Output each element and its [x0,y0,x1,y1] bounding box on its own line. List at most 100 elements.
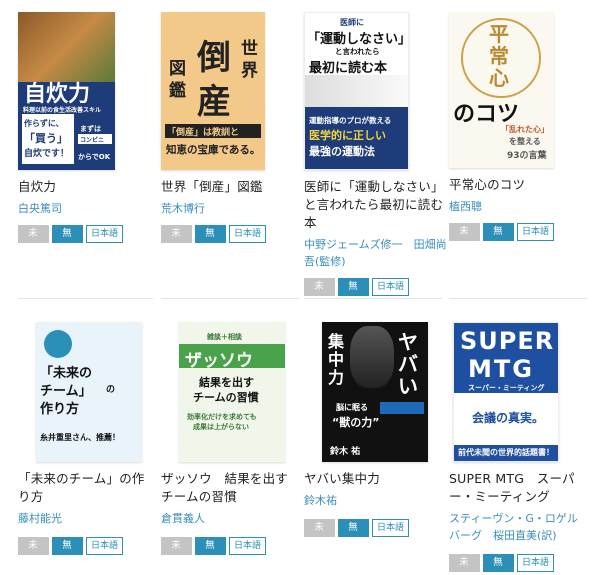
book-card[interactable]: 雑談＋相談 ザッソウ 結果を出す チームの習慣 効率化だけを求めても 成果は上が… [161,322,306,569]
book-author[interactable]: 鈴木祐 [304,492,449,509]
free-badge: 無料 [483,554,514,572]
book-title[interactable]: ザッソウ 結果を出すチームの習慣 [161,470,296,506]
badge-row: 未読 無料 日本語 [304,519,449,551]
badge-row: 未読 無料 日本語 [18,537,163,569]
cover-text: 結果を出す [199,376,254,389]
unread-badge: 未読 [449,223,480,255]
cover-text: 「買う」 [24,132,68,145]
cover-text: MTG [468,355,534,383]
book-cover[interactable]: 「未来の チーム」 の 作り方 糸井重里さん、推薦！ [36,322,142,462]
book-cover[interactable]: 自炊力 料理以前の食生活改善スキル 作らずに、 「買う」 自炊です！ まずは コ… [18,12,115,170]
cover-text: の [106,385,116,395]
cover-text: 「未来の [40,366,93,381]
language-badge: 日本語 [86,537,124,555]
book-author[interactable]: 中野ジェームズ修一 田畑尚吾(監修) [304,236,449,270]
book-card[interactable]: 集 中 力 ヤ バ い 脳に眠る “獣の力” 鈴木 祐 ヤバい集中力 鈴木祐 未… [304,322,449,551]
book-title[interactable]: 「未来のチーム」の作り方 [18,470,153,506]
cover-text: 前代未聞の世界的話題書！ [458,448,554,457]
cover-text: 鈴木 祐 [330,447,361,457]
book-title[interactable]: 自炊力 [18,178,163,196]
unread-badge: 未読 [161,537,192,569]
badge-row: 未読 無料 日本語 [161,537,306,569]
badge-row: 未読 無料 日本語 [449,223,594,255]
unread-badge: 未読 [18,537,49,569]
unread-badge: 未読 [449,554,480,572]
book-author[interactable]: 白央篤司 [18,200,163,217]
book-card[interactable]: 平 常 心 のコツ 「乱れた心」 を整える 93の言葉 平常心のコツ 植西聰 未… [449,12,594,255]
book-cover[interactable]: 集 中 力 ヤ バ い 脳に眠る “獣の力” 鈴木 祐 [322,322,428,462]
language-badge: 日本語 [517,223,555,241]
book-cover[interactable]: SUPER MTG スーパー・ミーティング 会議の真実。 前代未聞の世界的話題書… [453,322,559,462]
language-badge: 日本語 [372,278,410,296]
unread-badge: 未読 [304,519,335,551]
cover-text: “獣の力” [332,416,380,429]
book-author[interactable]: スティーヴン・G・ロゲルバーグ 桜田直美(訳) [449,510,587,544]
book-cover[interactable]: 医師に 「運動しなさい」 と言われたら 最初に読む本 運動指導のプロが教える 医… [304,12,409,170]
cover-text: い [398,374,418,398]
cover-text: 心 [489,66,509,90]
book-card[interactable]: 図 倒 世 界 鑑 産 「倒産」は教訓と 知恵の宝庫である。 世界「倒産」図鑑 … [161,12,306,257]
cover-text: 最初に読む本 [309,61,388,76]
cover-text: 「乱れた心」 [501,125,549,134]
book-cover[interactable]: 図 倒 世 界 鑑 産 「倒産」は教訓と 知恵の宝庫である。 [161,12,265,170]
free-badge: 無料 [338,278,369,310]
book-title[interactable]: 世界「倒産」図鑑 [161,178,306,196]
cover-text: 雑談＋相談 [207,333,242,341]
book-title[interactable]: ヤバい集中力 [304,470,449,488]
book-card[interactable]: 医師に 「運動しなさい」 と言われたら 最初に読む本 運動指導のプロが教える 医… [304,12,449,310]
book-author[interactable]: 藤村能光 [18,510,163,527]
row-divider [304,298,442,299]
book-cover[interactable]: 平 常 心 のコツ 「乱れた心」 を整える 93の言葉 [449,12,554,168]
cover-text: 成果は上がらない [193,423,249,431]
book-card[interactable]: 自炊力 料理以前の食生活改善スキル 作らずに、 「買う」 自炊です！ まずは コ… [18,12,163,257]
unread-badge: 未読 [18,225,49,257]
badge-row: 未読 無料 日本語 [449,554,594,572]
cover-text: 93の言葉 [507,151,547,161]
free-badge: 無料 [195,225,226,257]
book-author[interactable]: 植西聰 [449,198,594,215]
badge-row: 未読 無料 日本語 [304,278,449,310]
book-title[interactable]: 医師に「運動しなさい」と言われたら最初に読む本 [304,178,449,232]
book-author[interactable]: 倉貫義人 [161,510,306,527]
language-badge: 日本語 [517,554,555,572]
cover-text: 自炊力 [24,82,91,107]
cover-text: 自炊です！ [24,149,70,159]
cover-text: 医師に [340,18,364,27]
book-card[interactable]: SUPER MTG スーパー・ミーティング 会議の真実。 前代未聞の世界的話題書… [449,322,594,572]
row-divider [161,298,299,299]
cover-text: 知恵の宝庫である。 [166,144,261,156]
cover-text: 界 [241,61,258,81]
free-badge: 無料 [338,519,369,551]
free-badge: 無料 [52,537,83,569]
cover-text: 産 [197,82,231,122]
book-author[interactable]: 荒木博行 [161,200,306,217]
cover-text: 効率化だけを求めても [187,413,257,421]
language-badge: 日本語 [229,537,267,555]
cover-text: スーパー・ミーティング [468,384,545,392]
badge-row: 未読 無料 日本語 [161,225,306,257]
cover-text: 医学的に正しい [309,129,386,142]
book-card[interactable]: 「未来の チーム」 の 作り方 糸井重里さん、推薦！ 「未来のチーム」の作り方 … [18,322,163,569]
language-badge: 日本語 [229,225,267,243]
book-title[interactable]: 平常心のコツ [449,176,594,194]
row-divider [18,298,153,299]
language-badge: 日本語 [372,519,410,537]
cover-text: を整える [509,137,541,146]
cover-text: 力 [328,368,345,387]
free-badge: 無料 [195,537,226,569]
free-badge: 無料 [483,223,514,255]
cover-text: 鑑 [169,81,186,101]
cover-text: 脳に眠る [336,403,368,412]
cover-text: 作り方 [40,402,80,417]
book-grid: 自炊力 料理以前の食生活改善スキル 作らずに、 「買う」 自炊です！ まずは コ… [0,0,600,575]
cover-text: チームの習慣 [193,391,259,404]
book-title[interactable]: SUPER MTG スーパー・ミーティング [449,470,587,506]
cover-text: 倒 [197,38,231,78]
cover-text: チーム」 [40,384,92,399]
cover-text: 料理以前の食生活改善スキル [23,107,102,114]
unread-badge: 未読 [161,225,192,257]
cover-text: からでOK [78,153,111,161]
cover-text: と言われたら [335,47,380,56]
cover-text: 「運動しなさい」 [307,32,409,47]
book-cover[interactable]: 雑談＋相談 ザッソウ 結果を出す チームの習慣 効率化だけを求めても 成果は上が… [179,322,285,462]
